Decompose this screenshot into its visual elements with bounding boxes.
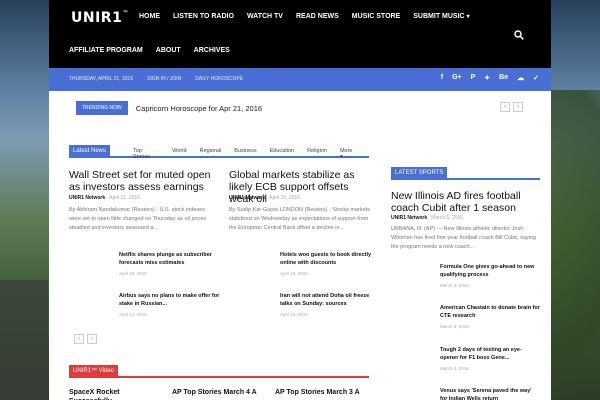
sports-article-byline: UNIR1 Network March 5, 2016 <box>391 215 463 221</box>
trending-prev-button[interactable]: ‹ <box>500 102 510 112</box>
sports-list-item[interactable]: Formula One gives go-ahead to new qualif… <box>440 263 540 288</box>
tab-top-stories[interactable]: Top Stories <box>133 148 159 160</box>
background-road <box>0 280 48 400</box>
latest-news-pager: ‹ › <box>71 334 97 344</box>
nav-archives[interactable]: ARCHIVES <box>194 47 230 54</box>
article-excerpt: By Sudip Kar-Gupta LONDON (Reuters) - St… <box>229 207 370 231</box>
main-nav: HOME LISTEN TO RADIO WATCH TV READ NEWS … <box>139 13 483 20</box>
trending-next-button[interactable]: › <box>513 102 523 112</box>
video-tab[interactable]: UNIR1™ Video <box>69 365 118 377</box>
main-content: TRENDING NOW Capricorn Horoscope for Apr… <box>49 91 551 400</box>
page-container: UNIR1™ HOME LISTEN TO RADIO WATCH TV REA… <box>49 0 551 400</box>
video-header: UNIR1™ Video <box>69 365 369 378</box>
pager-next-button[interactable]: › <box>87 334 97 344</box>
sports-article-excerpt: URBANA, Ill. (AP) — New Illinois athleti… <box>391 226 536 250</box>
list-item-title[interactable]: Netflix shares plunge as subscriber fore… <box>119 251 229 267</box>
sports-list-item-title[interactable]: American Chastain to donate brain for CT… <box>440 304 540 320</box>
tab-regional[interactable]: Regional <box>200 148 222 160</box>
trending-headline[interactable]: Capricorn Horoscope for Apr 21, 2016 <box>136 104 262 113</box>
site-header: UNIR1™ HOME LISTEN TO RADIO WATCH TV REA… <box>49 0 551 68</box>
sports-list-item-date: March 3, 2016 <box>440 366 469 371</box>
list-item[interactable]: Airbus says no plans to make offer for s… <box>119 292 229 317</box>
tab-world[interactable]: World <box>172 148 186 160</box>
list-item-title[interactable]: Iran will not attend Doha oil freeze tal… <box>280 292 375 308</box>
video-title[interactable]: SpaceX Rocket Successfully <box>69 388 164 400</box>
tab-more[interactable]: More ▾ <box>340 148 356 160</box>
article-byline: UNIR1 Network April 21, 2016 <box>69 195 140 201</box>
daily-horoscope-link[interactable]: DAILY HOROSCOPE <box>195 76 243 82</box>
trending-arrows: ‹ › <box>497 102 523 112</box>
nav-submit-music[interactable]: SUBMIT MUSIC ▾ <box>413 13 469 20</box>
latest-news-subtabs: Top Stories World Regional Business Educ… <box>133 148 369 160</box>
sports-list-item-title[interactable]: Venus says 'Serena paved the way' for In… <box>440 387 540 400</box>
pinterest-icon[interactable]: P <box>471 74 476 82</box>
list-item[interactable]: Hotels woo guests to book directly onlin… <box>280 251 375 276</box>
sports-article-date: March 5, 2016 <box>431 215 464 221</box>
article-title[interactable]: Wall Street set for muted open as invest… <box>69 169 214 193</box>
google-plus-icon[interactable]: G+ <box>452 74 462 82</box>
sports-article-author[interactable]: UNIR1 Network <box>391 215 427 221</box>
star-icon[interactable]: ✦ <box>484 74 490 82</box>
list-item[interactable]: Iran will not attend Doha oil freeze tal… <box>280 292 375 317</box>
secondary-nav: AFFILIATE PROGRAM ABOUT ARCHIVES <box>69 47 243 54</box>
list-item-date: April 18, 2016 <box>280 271 308 276</box>
article-date: April 20, 2016 <box>269 195 300 201</box>
signin-link[interactable]: SIGN IN / JOIN <box>147 76 181 82</box>
sports-article-title[interactable]: New Illinois AD fires football coach Cub… <box>391 190 540 214</box>
nav-submit-music-label: SUBMIT MUSIC <box>413 13 465 20</box>
nav-about[interactable]: ABOUT <box>156 47 181 54</box>
current-date: THURSDAY, APRIL 21, 2016 <box>69 76 134 82</box>
social-links: f G+ P ✦ Be ☁ ✓ <box>432 74 539 82</box>
sports-list-item[interactable]: American Chastain to donate brain for CT… <box>440 304 540 329</box>
nav-watch-tv[interactable]: WATCH TV <box>247 13 283 20</box>
list-item-date: April 17, 2016 <box>119 312 147 317</box>
nav-listen-to-radio[interactable]: LISTEN TO RADIO <box>173 13 234 20</box>
behance-icon[interactable]: Be <box>499 74 508 82</box>
latest-news-header: Latest News Top Stories World Regional B… <box>69 145 369 160</box>
soundcloud-icon[interactable]: ☁ <box>517 74 524 82</box>
article-author[interactable]: UNIR1 Network <box>229 195 265 201</box>
tab-religion[interactable]: Religion <box>307 148 327 160</box>
chevron-down-icon: ▾ <box>466 14 470 20</box>
sports-list-item-date: March 3, 2016 <box>440 324 469 329</box>
sports-list-item-title[interactable]: Formula One gives go-ahead to new qualif… <box>440 263 540 279</box>
sports-list-item-date: March 4, 2016 <box>440 283 469 288</box>
latest-sports-header: LATEST SPORTS <box>391 167 540 180</box>
sports-list-item-title[interactable]: Tough 2 days of testing an eye-opener fo… <box>440 346 540 362</box>
latest-sports-tab[interactable]: LATEST SPORTS <box>391 167 448 179</box>
list-item[interactable]: Netflix shares plunge as subscriber fore… <box>119 251 229 276</box>
site-logo[interactable]: UNIR1™ <box>71 10 129 26</box>
pager-prev-button[interactable]: ‹ <box>74 334 84 344</box>
latest-news-tab[interactable]: Latest News <box>69 145 111 157</box>
list-item-date: April 19, 2016 <box>119 271 147 276</box>
search-icon[interactable] <box>514 30 524 40</box>
facebook-icon[interactable]: f <box>441 74 443 82</box>
nav-music-store[interactable]: MUSIC STORE <box>352 13 401 20</box>
article-author[interactable]: UNIR1 Network <box>69 195 105 201</box>
trending-bar: TRENDING NOW Capricorn Horoscope for Apr… <box>76 101 262 115</box>
article-date: April 21, 2016 <box>109 195 140 201</box>
article-byline: UNIR1 Network April 20, 2016 <box>229 195 300 201</box>
tab-education[interactable]: Education <box>270 148 294 160</box>
sports-list-item[interactable]: Tough 2 days of testing an eye-opener fo… <box>440 346 540 371</box>
list-item-title[interactable]: Airbus says no plans to make offer for s… <box>119 292 229 308</box>
top-info-bar: THURSDAY, APRIL 21, 2016 SIGN IN / JOIN … <box>49 68 551 91</box>
trending-badge: TRENDING NOW <box>76 101 128 115</box>
video-title[interactable]: AP Top Stories March 4 A <box>172 388 267 397</box>
twitter-icon[interactable]: ✓ <box>533 74 539 82</box>
article-excerpt: By Abhiram Nandakumar (Reuters) - U.S. s… <box>69 207 207 231</box>
list-item-title[interactable]: Hotels woo guests to book directly onlin… <box>280 251 375 267</box>
sports-list-item[interactable]: Venus says 'Serena paved the way' for In… <box>440 387 540 400</box>
list-item-date: April 16, 2016 <box>280 312 308 317</box>
video-title[interactable]: AP Top Stories March 3 A <box>275 388 370 397</box>
nav-affiliate-program[interactable]: AFFILIATE PROGRAM <box>69 47 143 54</box>
nav-read-news[interactable]: READ NEWS <box>296 13 339 20</box>
tab-business[interactable]: Business <box>234 148 256 160</box>
nav-home[interactable]: HOME <box>139 13 160 20</box>
